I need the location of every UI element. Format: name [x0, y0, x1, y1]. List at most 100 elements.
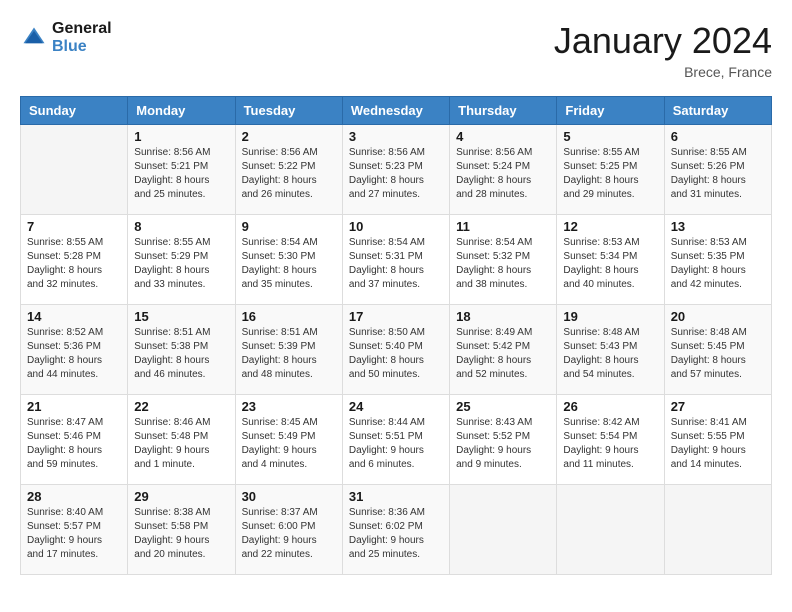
cell-info: Sunrise: 8:55 AMSunset: 5:25 PMDaylight:…	[563, 146, 657, 202]
calendar-cell: 26 Sunrise: 8:42 AMSunset: 5:54 PMDayligh…	[557, 395, 664, 485]
calendar-cell	[450, 485, 557, 575]
calendar-cell: 29 Sunrise: 8:38 AMSunset: 5:58 PMDayligh…	[128, 485, 235, 575]
calendar-cell: 18 Sunrise: 8:49 AMSunset: 5:42 PMDayligh…	[450, 305, 557, 395]
date-number: 20	[671, 309, 765, 324]
cell-info: Sunrise: 8:46 AMSunset: 5:48 PMDaylight:…	[134, 416, 228, 472]
calendar-cell: 23 Sunrise: 8:45 AMSunset: 5:49 PMDayligh…	[235, 395, 342, 485]
calendar-cell: 5 Sunrise: 8:55 AMSunset: 5:25 PMDaylight…	[557, 125, 664, 215]
date-number: 5	[563, 129, 657, 144]
calendar-cell: 20Sunrise: 8:48 AMSunset: 5:45 PMDayligh…	[664, 305, 771, 395]
calendar-cell: 14 Sunrise: 8:52 AMSunset: 5:36 PMDayligh…	[21, 305, 128, 395]
cell-info: Sunrise: 8:54 AMSunset: 5:32 PMDaylight:…	[456, 236, 550, 292]
calendar-table: SundayMondayTuesdayWednesdayThursdayFrid…	[20, 96, 772, 575]
calendar-cell: 13 Sunrise: 8:53 AMSunset: 5:35 PMDayligh…	[664, 215, 771, 305]
location: Brece, France	[554, 64, 772, 80]
calendar-cell: 4 Sunrise: 8:56 AMSunset: 5:24 PMDaylight…	[450, 125, 557, 215]
date-number: 3	[349, 129, 443, 144]
cell-info: Sunrise: 8:38 AMSunset: 5:58 PMDaylight:…	[134, 506, 228, 562]
cell-info: Sunrise: 8:56 AMSunset: 5:21 PMDaylight:…	[134, 146, 228, 202]
date-number: 7	[27, 219, 121, 234]
date-number: 10	[349, 219, 443, 234]
cell-info: Sunrise: 8:55 AMSunset: 5:29 PMDaylight:…	[134, 236, 228, 292]
calendar-cell: 17Sunrise: 8:50 AMSunset: 5:40 PMDayligh…	[342, 305, 449, 395]
date-number: 4	[456, 129, 550, 144]
calendar-cell: 7 Sunrise: 8:55 AMSunset: 5:28 PMDaylight…	[21, 215, 128, 305]
cell-info: Sunrise: 8:36 AMSunset: 6:02 PMDaylight:…	[349, 506, 443, 562]
date-number: 24	[349, 399, 443, 414]
date-number: 11	[456, 219, 550, 234]
cell-info: Sunrise: 8:51 AMSunset: 5:39 PMDaylight:…	[242, 326, 336, 382]
logo: General Blue	[20, 20, 112, 56]
weekday-header-friday: Friday	[557, 97, 664, 125]
cell-info: Sunrise: 8:51 AMSunset: 5:38 PMDaylight:…	[134, 326, 228, 382]
date-number: 31	[349, 489, 443, 504]
calendar-week-1: 1Sunrise: 8:56 AMSunset: 5:21 PMDaylight…	[21, 125, 772, 215]
calendar-cell: 31 Sunrise: 8:36 AMSunset: 6:02 PMDayligh…	[342, 485, 449, 575]
calendar-week-2: 7 Sunrise: 8:55 AMSunset: 5:28 PMDaylight…	[21, 215, 772, 305]
weekday-header-tuesday: Tuesday	[235, 97, 342, 125]
date-number: 27	[671, 399, 765, 414]
cell-info: Sunrise: 8:55 AMSunset: 5:26 PMDaylight:…	[671, 146, 765, 202]
date-number: 13	[671, 219, 765, 234]
date-number: 18	[456, 309, 550, 324]
calendar-cell: 28 Sunrise: 8:40 AMSunset: 5:57 PMDayligh…	[21, 485, 128, 575]
calendar-cell: 1Sunrise: 8:56 AMSunset: 5:21 PMDaylight…	[128, 125, 235, 215]
date-number: 25	[456, 399, 550, 414]
calendar-cell: 22 Sunrise: 8:46 AMSunset: 5:48 PMDayligh…	[128, 395, 235, 485]
calendar-cell: 19Sunrise: 8:48 AMSunset: 5:43 PMDayligh…	[557, 305, 664, 395]
date-number: 19	[563, 309, 657, 324]
cell-info: Sunrise: 8:54 AMSunset: 5:31 PMDaylight:…	[349, 236, 443, 292]
date-number: 9	[242, 219, 336, 234]
calendar-cell: 8 Sunrise: 8:55 AMSunset: 5:29 PMDaylight…	[128, 215, 235, 305]
cell-info: Sunrise: 8:40 AMSunset: 5:57 PMDaylight:…	[27, 506, 121, 562]
date-number: 14	[27, 309, 121, 324]
cell-info: Sunrise: 8:45 AMSunset: 5:49 PMDaylight:…	[242, 416, 336, 472]
calendar-cell: 15 Sunrise: 8:51 AMSunset: 5:38 PMDayligh…	[128, 305, 235, 395]
cell-info: Sunrise: 8:43 AMSunset: 5:52 PMDaylight:…	[456, 416, 550, 472]
date-number: 21	[27, 399, 121, 414]
cell-info: Sunrise: 8:42 AMSunset: 5:54 PMDaylight:…	[563, 416, 657, 472]
date-number: 8	[134, 219, 228, 234]
cell-info: Sunrise: 8:56 AMSunset: 5:22 PMDaylight:…	[242, 146, 336, 202]
calendar-week-5: 28 Sunrise: 8:40 AMSunset: 5:57 PMDayligh…	[21, 485, 772, 575]
date-number: 6	[671, 129, 765, 144]
calendar-cell: 21 Sunrise: 8:47 AMSunset: 5:46 PMDayligh…	[21, 395, 128, 485]
date-number: 26	[563, 399, 657, 414]
logo-icon	[20, 24, 48, 52]
cell-info: Sunrise: 8:37 AMSunset: 6:00 PMDaylight:…	[242, 506, 336, 562]
weekday-header-wednesday: Wednesday	[342, 97, 449, 125]
calendar-cell: 10 Sunrise: 8:54 AMSunset: 5:31 PMDayligh…	[342, 215, 449, 305]
page-header: General Blue January 2024 Brece, France	[20, 20, 772, 80]
calendar-cell: 6 Sunrise: 8:55 AMSunset: 5:26 PMDaylight…	[664, 125, 771, 215]
date-number: 23	[242, 399, 336, 414]
calendar-cell	[664, 485, 771, 575]
cell-info: Sunrise: 8:53 AMSunset: 5:35 PMDaylight:…	[671, 236, 765, 292]
calendar-week-3: 14 Sunrise: 8:52 AMSunset: 5:36 PMDayligh…	[21, 305, 772, 395]
calendar-cell: 11 Sunrise: 8:54 AMSunset: 5:32 PMDayligh…	[450, 215, 557, 305]
date-number: 28	[27, 489, 121, 504]
weekday-header-saturday: Saturday	[664, 97, 771, 125]
calendar-cell: 9Sunrise: 8:54 AMSunset: 5:30 PMDaylight…	[235, 215, 342, 305]
date-number: 16	[242, 309, 336, 324]
calendar-cell	[557, 485, 664, 575]
calendar-week-4: 21 Sunrise: 8:47 AMSunset: 5:46 PMDayligh…	[21, 395, 772, 485]
cell-info: Sunrise: 8:53 AMSunset: 5:34 PMDaylight:…	[563, 236, 657, 292]
cell-info: Sunrise: 8:50 AMSunset: 5:40 PMDaylight:…	[349, 326, 443, 382]
calendar-cell: 25 Sunrise: 8:43 AMSunset: 5:52 PMDayligh…	[450, 395, 557, 485]
date-number: 22	[134, 399, 228, 414]
cell-info: Sunrise: 8:52 AMSunset: 5:36 PMDaylight:…	[27, 326, 121, 382]
cell-info: Sunrise: 8:49 AMSunset: 5:42 PMDaylight:…	[456, 326, 550, 382]
date-number: 29	[134, 489, 228, 504]
calendar-cell	[21, 125, 128, 215]
calendar-body: 1Sunrise: 8:56 AMSunset: 5:21 PMDaylight…	[21, 125, 772, 575]
cell-info: Sunrise: 8:47 AMSunset: 5:46 PMDaylight:…	[27, 416, 121, 472]
calendar-cell: 3Sunrise: 8:56 AMSunset: 5:23 PMDaylight…	[342, 125, 449, 215]
date-number: 15	[134, 309, 228, 324]
date-number: 2	[242, 129, 336, 144]
cell-info: Sunrise: 8:56 AMSunset: 5:24 PMDaylight:…	[456, 146, 550, 202]
weekday-header-row: SundayMondayTuesdayWednesdayThursdayFrid…	[21, 97, 772, 125]
cell-info: Sunrise: 8:55 AMSunset: 5:28 PMDaylight:…	[27, 236, 121, 292]
weekday-header-monday: Monday	[128, 97, 235, 125]
calendar-cell: 27Sunrise: 8:41 AMSunset: 5:55 PMDayligh…	[664, 395, 771, 485]
cell-info: Sunrise: 8:44 AMSunset: 5:51 PMDaylight:…	[349, 416, 443, 472]
